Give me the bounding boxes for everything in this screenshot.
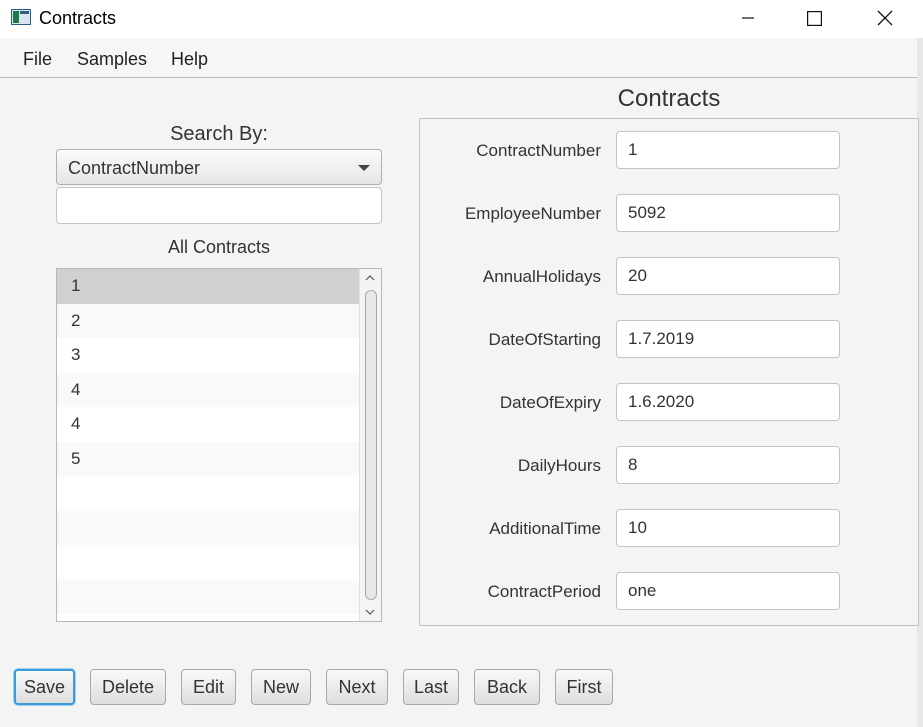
all-contracts-label: All Contracts xyxy=(167,237,271,257)
details-title: Contracts xyxy=(617,85,721,112)
list-item[interactable]: 3 xyxy=(57,338,359,373)
daily-hours-label: DailyHours xyxy=(517,456,601,475)
window-title: Contracts xyxy=(39,8,117,28)
dropdown-arrow-icon xyxy=(358,165,370,171)
scroll-down-icon[interactable] xyxy=(365,607,375,617)
daily-hours-field[interactable] xyxy=(616,446,840,484)
close-icon xyxy=(877,10,893,26)
scroll-up-icon[interactable] xyxy=(365,273,375,283)
field-row-employee-number: EmployeeNumber xyxy=(420,194,918,232)
list-scrollbar[interactable] xyxy=(359,269,381,621)
contract-number-field[interactable] xyxy=(616,131,840,169)
contracts-list[interactable]: 1 2 3 4 4 5 xyxy=(56,268,382,622)
list-item[interactable]: 4 xyxy=(57,372,359,407)
field-row-date-of-starting: DateOfStarting xyxy=(420,320,918,358)
list-item[interactable] xyxy=(57,545,359,580)
contract-period-field[interactable] xyxy=(616,572,840,610)
annual-holidays-label: AnnualHolidays xyxy=(482,267,601,286)
contract-number-label: ContractNumber xyxy=(476,141,601,160)
field-row-annual-holidays: AnnualHolidays xyxy=(420,257,918,295)
menu-bar: File Samples Help xyxy=(0,38,923,78)
list-item[interactable] xyxy=(57,510,359,545)
save-button[interactable]: Save xyxy=(14,669,75,705)
date-of-starting-field[interactable] xyxy=(616,320,840,358)
minimize-button[interactable] xyxy=(725,0,771,36)
search-field-combobox[interactable]: ContractNumber xyxy=(56,149,382,185)
list-item[interactable]: 1 xyxy=(57,269,359,304)
contracts-list-rows: 1 2 3 4 4 5 xyxy=(57,269,359,614)
field-row-contract-number: ContractNumber xyxy=(420,131,918,169)
next-button[interactable]: Next xyxy=(326,669,388,705)
menu-help[interactable]: Help xyxy=(171,49,208,70)
field-row-contract-period: ContractPeriod xyxy=(420,572,918,610)
list-item[interactable]: 2 xyxy=(57,303,359,338)
list-item[interactable] xyxy=(57,476,359,511)
new-button[interactable]: New xyxy=(251,669,311,705)
search-field-selected: ContractNumber xyxy=(68,158,201,178)
date-of-expiry-label: DateOfExpiry xyxy=(499,393,601,412)
annual-holidays-field[interactable] xyxy=(616,257,840,295)
edit-button[interactable]: Edit xyxy=(181,669,236,705)
details-panel: ContractNumber EmployeeNumber AnnualHoli… xyxy=(419,118,919,626)
first-button[interactable]: First xyxy=(555,669,613,705)
employee-number-label: EmployeeNumber xyxy=(464,204,601,223)
list-item[interactable]: 4 xyxy=(57,407,359,442)
title-bar: Contracts xyxy=(0,0,923,38)
employee-number-field[interactable] xyxy=(616,194,840,232)
maximize-button[interactable] xyxy=(791,0,837,36)
field-row-daily-hours: DailyHours xyxy=(420,446,918,484)
field-row-additional-time: AdditionalTime xyxy=(420,509,918,547)
delete-button[interactable]: Delete xyxy=(90,669,166,705)
field-row-date-of-expiry: DateOfExpiry xyxy=(420,383,918,421)
search-by-label: Search By: xyxy=(170,123,268,145)
maximize-icon xyxy=(806,10,822,26)
list-item[interactable]: 5 xyxy=(57,441,359,476)
last-button[interactable]: Last xyxy=(403,669,459,705)
close-button[interactable] xyxy=(862,0,908,36)
scrollbar-thumb[interactable] xyxy=(365,290,377,600)
date-of-expiry-field[interactable] xyxy=(616,383,840,421)
back-button[interactable]: Back xyxy=(474,669,540,705)
contract-period-label: ContractPeriod xyxy=(487,582,601,601)
additional-time-label: AdditionalTime xyxy=(489,519,601,538)
app-icon xyxy=(11,9,31,25)
search-input[interactable] xyxy=(56,187,382,224)
menu-file[interactable]: File xyxy=(23,49,52,70)
list-item[interactable] xyxy=(57,579,359,614)
date-of-starting-label: DateOfStarting xyxy=(488,330,601,349)
menu-samples[interactable]: Samples xyxy=(77,49,147,70)
minimize-icon xyxy=(742,17,754,19)
additional-time-field[interactable] xyxy=(616,509,840,547)
